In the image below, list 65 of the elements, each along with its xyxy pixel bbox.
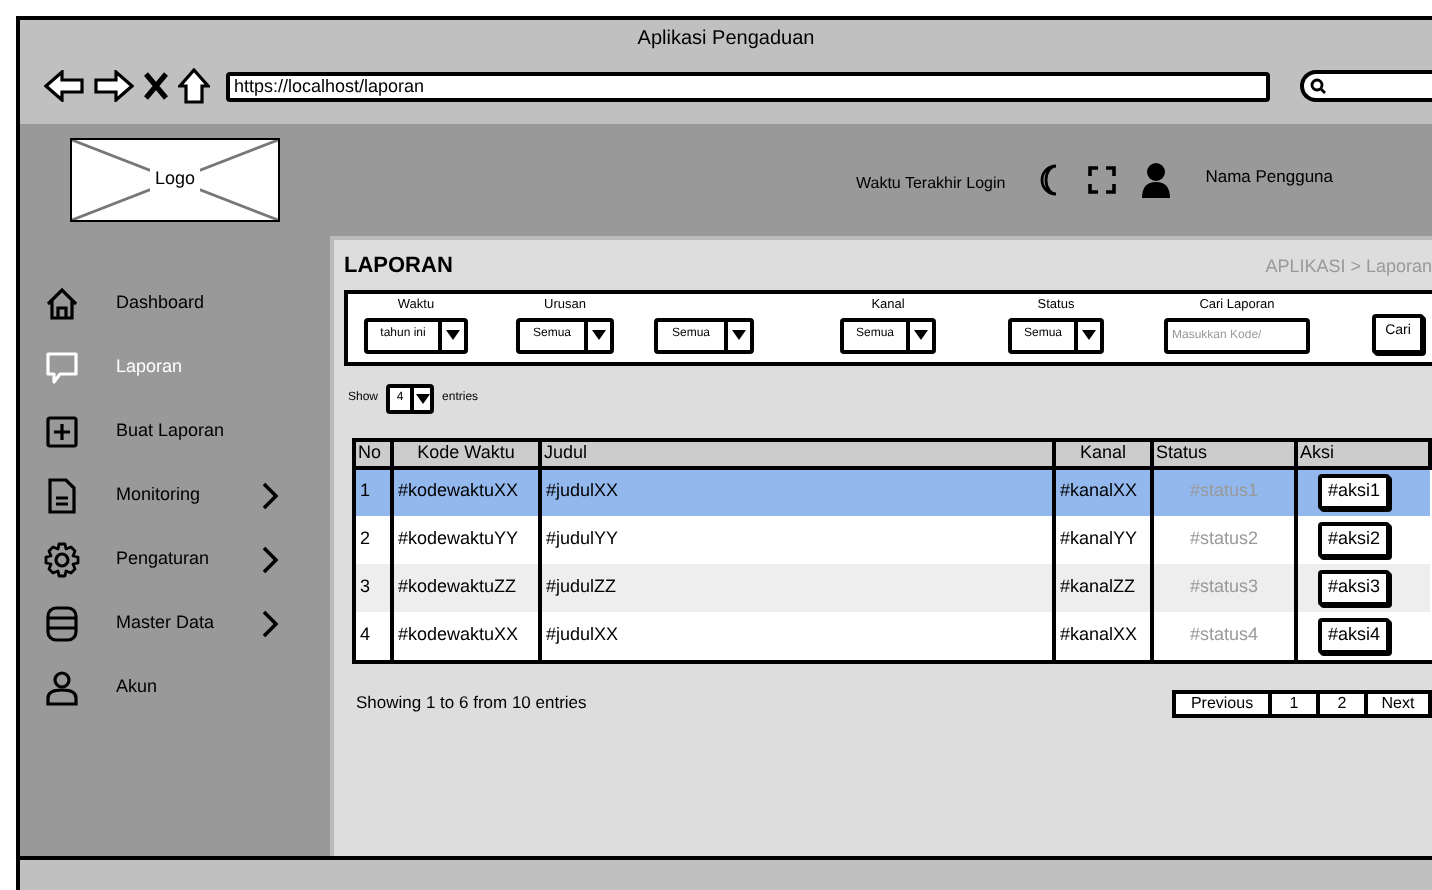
table-cell: #judulXX	[540, 467, 1054, 515]
database-icon	[44, 606, 80, 642]
table-cell: #status3	[1152, 563, 1296, 611]
document-icon	[44, 478, 80, 514]
dropdown-icon	[446, 330, 460, 340]
table-cell: #status2	[1152, 515, 1296, 563]
table-cell: #kanalZZ	[1054, 563, 1152, 611]
action-button[interactable]: #aksi2	[1318, 521, 1391, 557]
table-cell: #status4	[1152, 611, 1296, 659]
chevron-icon[interactable]	[262, 482, 278, 510]
table-cell: 1	[356, 467, 392, 515]
table-cell: #kanalXX	[1054, 467, 1152, 515]
sidebar-item[interactable]: Monitoring	[116, 482, 201, 510]
back-icon[interactable]	[44, 70, 84, 102]
sidebar-item[interactable]: Akun	[116, 674, 158, 702]
dropdown-icon	[732, 330, 746, 340]
settings-icon	[44, 542, 80, 578]
fullscreen-icon[interactable]	[1087, 166, 1116, 194]
table-cell: 2	[356, 515, 392, 563]
forward-icon[interactable]	[94, 70, 134, 102]
dropdown-icon	[592, 330, 606, 340]
chevron-icon[interactable]	[262, 546, 278, 574]
search-icon	[1310, 78, 1326, 94]
page-title: LAPORAN	[344, 252, 453, 282]
moon-icon[interactable]	[1037, 164, 1062, 196]
pagination-button[interactable]: 1	[1268, 689, 1320, 717]
search-field[interactable]	[1300, 70, 1432, 102]
dropdown-icon	[1082, 330, 1096, 340]
table-cell: #kanalXX	[1054, 611, 1152, 659]
sidebar-item[interactable]: Pengaturan	[116, 546, 210, 574]
url-field[interactable]: https://localhost/laporan	[226, 71, 1270, 101]
chat-bubble-icon	[44, 350, 80, 386]
table-cell: #kanalYY	[1054, 515, 1152, 563]
close-icon[interactable]	[144, 72, 168, 100]
dropdown-icon	[914, 330, 928, 340]
sidebar-item[interactable]: Buat Laporan	[116, 418, 225, 446]
window-title: Aplikasi Pengaduan	[637, 26, 815, 54]
table-cell: #status1	[1152, 467, 1296, 515]
table-cell: 4	[356, 611, 392, 659]
user-icon	[44, 670, 80, 706]
dropdown-icon	[415, 393, 430, 403]
table-cell: #judulXX	[540, 611, 1054, 659]
user-name: Nama Pengguna	[1205, 163, 1333, 189]
table-cell: 3	[356, 563, 392, 611]
logo-label: Logo	[150, 166, 200, 194]
action-button[interactable]: #aksi4	[1318, 617, 1391, 653]
table-cell: #kodewaktuXX	[392, 611, 540, 659]
sidebar-item[interactable]: Master Data	[116, 610, 215, 638]
table-cell: #kodewaktuZZ	[392, 563, 540, 611]
chevron-icon[interactable]	[262, 610, 278, 638]
breadcrumb: APLIKASI > Laporan	[1265, 254, 1432, 280]
plus-square-icon	[44, 414, 80, 450]
action-button[interactable]: #aksi1	[1318, 474, 1391, 510]
pagination-button[interactable]: Previous	[1172, 689, 1272, 717]
entries-summary: Showing 1 to 6 from 10 entries	[356, 690, 587, 716]
table-cell: #judulZZ	[540, 563, 1054, 611]
table-cell: #kodewaktuYY	[392, 515, 540, 563]
table-cell: #kodewaktuXX	[392, 467, 540, 515]
last-login-label: Waktu Terakhir Login	[856, 171, 1006, 195]
sidebar-item[interactable]: Dashboard	[116, 290, 205, 318]
user-icon[interactable]	[1139, 162, 1172, 198]
pagination-button[interactable]: 2	[1316, 689, 1368, 717]
table-cell: #judulYY	[540, 515, 1054, 563]
action-button[interactable]: #aksi3	[1318, 569, 1391, 605]
pagination-button[interactable]: Next	[1364, 689, 1432, 717]
